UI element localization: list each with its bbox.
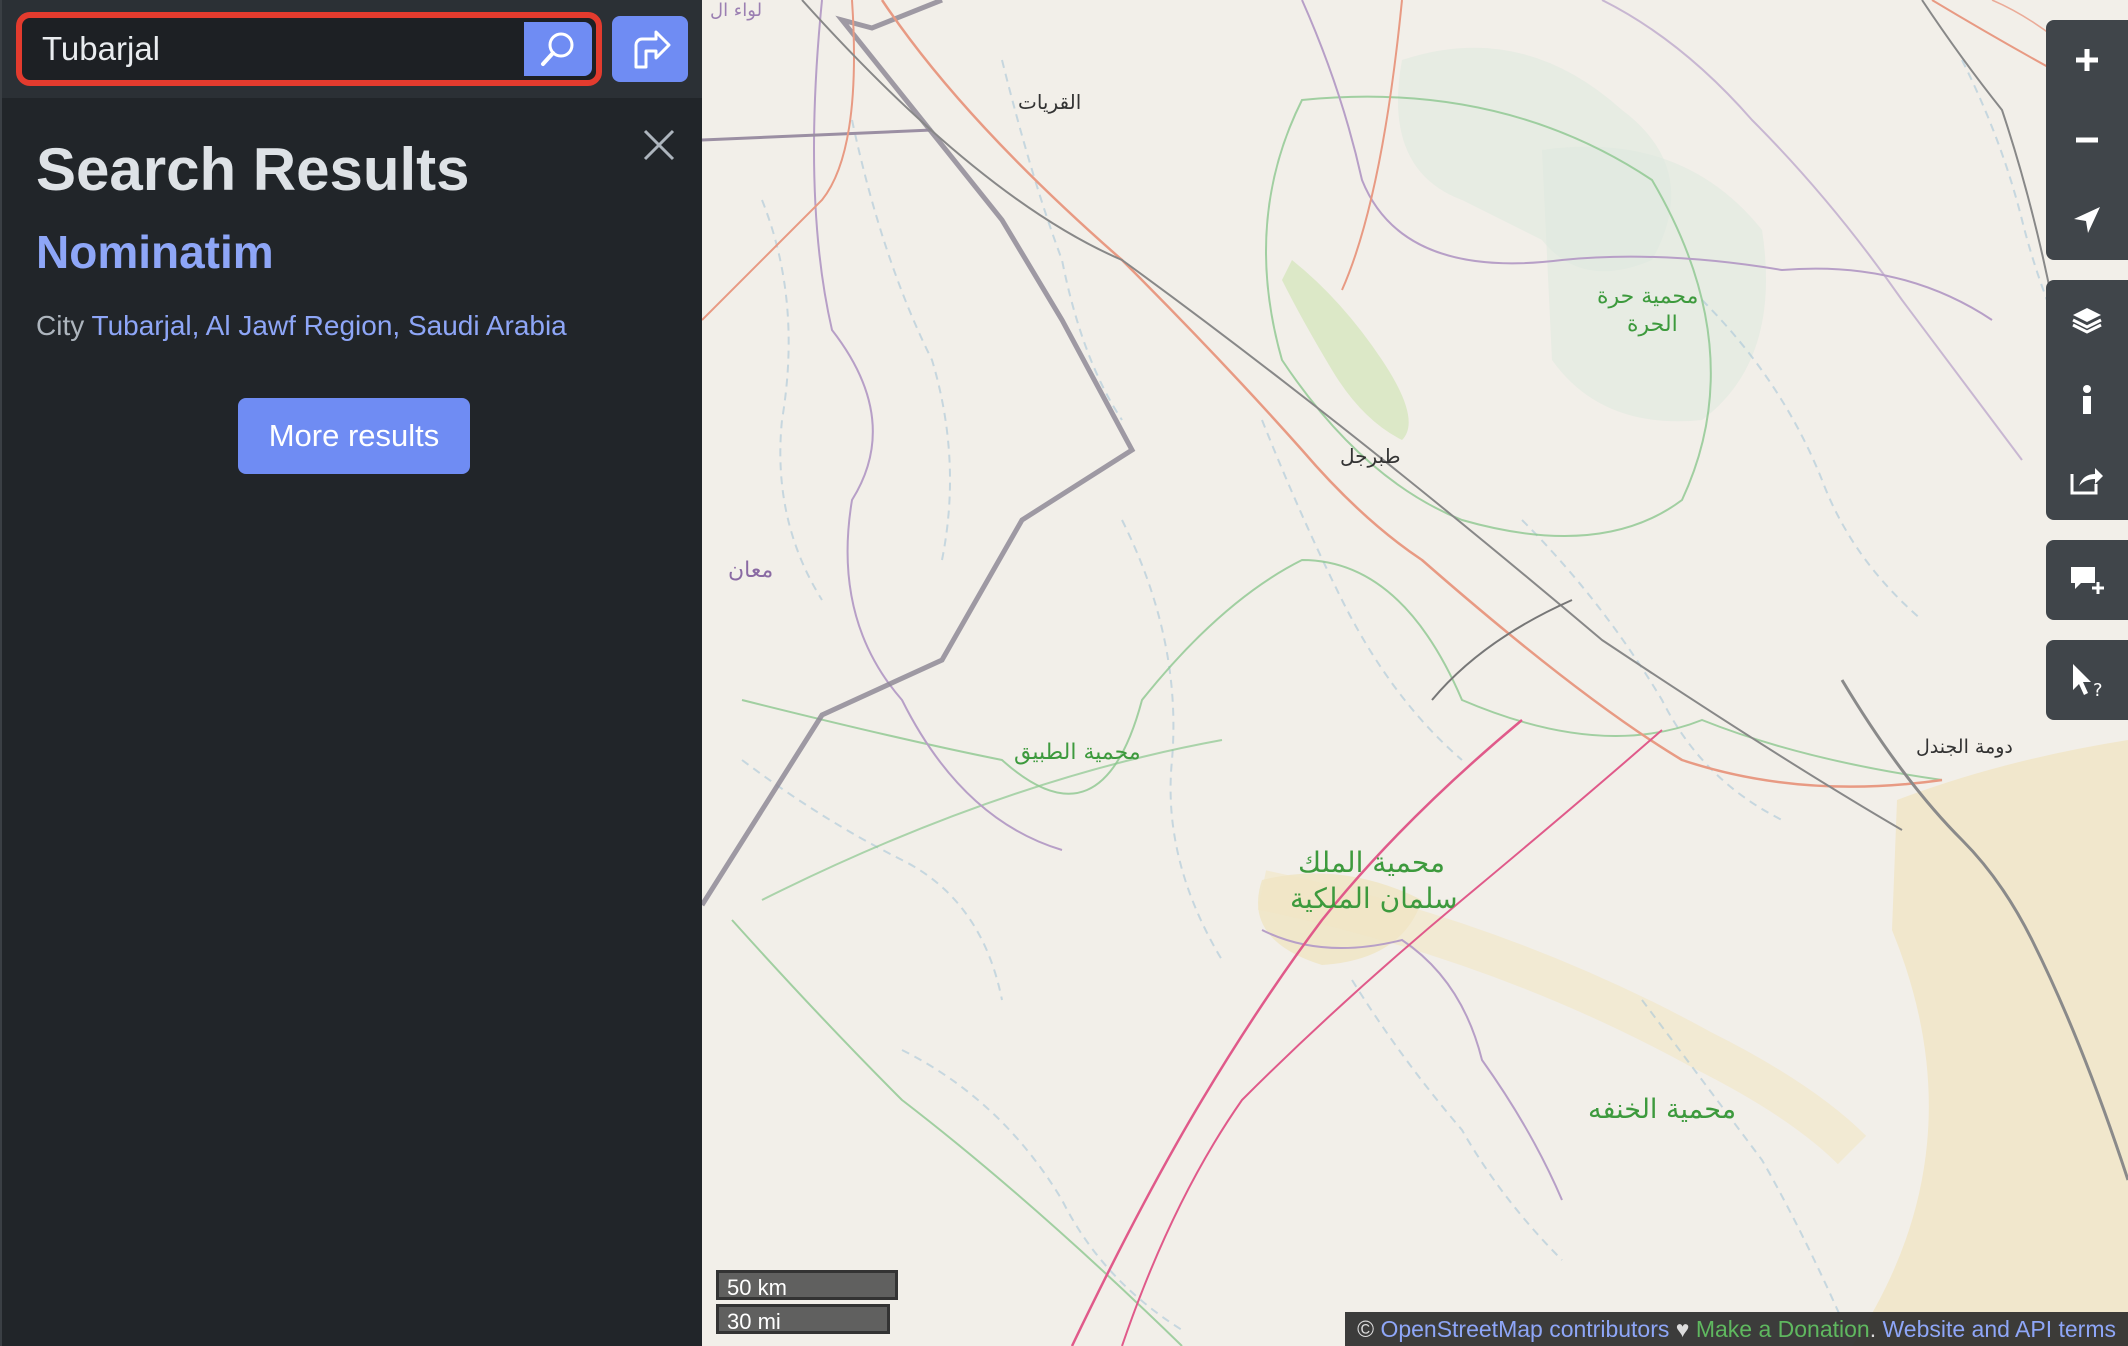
map-scale: 50 km 30 mi bbox=[716, 1266, 898, 1334]
map-attribution: © OpenStreetMap contributors ♥ Make a Do… bbox=[1345, 1312, 2128, 1346]
share-button[interactable] bbox=[2046, 440, 2128, 520]
heart-text: ♥ bbox=[1669, 1316, 1696, 1342]
map-label-harrat-2: الحرة bbox=[1627, 312, 1678, 337]
layers-icon bbox=[2072, 308, 2102, 334]
search-button[interactable] bbox=[524, 22, 592, 76]
donate-link[interactable]: Make a Donation bbox=[1696, 1316, 1870, 1342]
more-results-button[interactable]: More results bbox=[238, 398, 470, 474]
terms-link[interactable]: Website and API terms bbox=[1882, 1316, 2116, 1342]
locate-button[interactable] bbox=[2046, 180, 2128, 260]
sidebar: Search Results Nominatim City Tubarjal, … bbox=[0, 0, 704, 1346]
copyright-text: © bbox=[1357, 1316, 1381, 1342]
location-arrow-icon bbox=[2074, 207, 2100, 233]
directions-button[interactable] bbox=[612, 16, 688, 82]
map-label-salman-2: سلمان الملكية bbox=[1290, 882, 1458, 915]
map-background bbox=[702, 0, 2128, 1346]
map-tools bbox=[2046, 280, 2128, 520]
search-input[interactable] bbox=[26, 22, 526, 76]
map-label-salman-1: محمية الملك bbox=[1298, 846, 1445, 879]
result-type: City bbox=[36, 310, 85, 341]
map-label-khanfa: محمية الخنفه bbox=[1588, 1094, 1737, 1125]
results-title: Search Results bbox=[36, 136, 470, 203]
plus-icon bbox=[2076, 49, 2098, 71]
osm-contributors-link[interactable]: OpenStreetMap contributors bbox=[1380, 1316, 1669, 1342]
map-controls: ? bbox=[2046, 20, 2128, 740]
map-label-qurayyat: القريات bbox=[1018, 90, 1082, 114]
info-icon bbox=[2083, 385, 2091, 414]
info-button[interactable] bbox=[2046, 360, 2128, 440]
query-tools: ? bbox=[2046, 640, 2128, 720]
separator-text: . bbox=[1869, 1316, 1883, 1342]
close-icon[interactable] bbox=[642, 128, 676, 162]
search-bar bbox=[2, 0, 704, 98]
zoom-in-button[interactable] bbox=[2046, 20, 2128, 100]
magnifier-icon bbox=[541, 32, 574, 66]
add-note-button[interactable] bbox=[2046, 540, 2128, 620]
map-label-maan: معان bbox=[728, 558, 774, 583]
search-box bbox=[16, 12, 602, 86]
layers-button[interactable] bbox=[2046, 280, 2128, 360]
result-item: City Tubarjal, Al Jawf Region, Saudi Ara… bbox=[36, 310, 567, 342]
map-label-tubaiq: محمية الطبيق bbox=[1014, 740, 1141, 765]
map-label-dumat: دومة الجندل bbox=[1916, 736, 2013, 758]
minus-icon bbox=[2076, 137, 2098, 143]
query-features-button[interactable]: ? bbox=[2046, 640, 2128, 720]
scale-mi: 30 mi bbox=[716, 1304, 890, 1334]
provider-heading: Nominatim bbox=[36, 226, 274, 278]
directions-icon bbox=[634, 30, 671, 69]
note-tools bbox=[2046, 540, 2128, 620]
map-label-tubarjal: طبرجل bbox=[1340, 444, 1401, 468]
zoom-out-button[interactable] bbox=[2046, 100, 2128, 180]
cursor-question-icon: ? bbox=[2073, 664, 2103, 698]
map-label-top: لواء ال bbox=[710, 0, 763, 21]
map-label-harrat: محمية حرة bbox=[1597, 284, 1699, 309]
result-link[interactable]: Tubarjal, Al Jawf Region, Saudi Arabia bbox=[92, 310, 567, 341]
map[interactable]: لواء ال القريات محمية حرة الحرة طبرجل مع… bbox=[702, 0, 2128, 1346]
comment-plus-icon bbox=[2071, 567, 2104, 594]
scale-km: 50 km bbox=[716, 1270, 898, 1300]
zoom-controls bbox=[2046, 20, 2128, 260]
search-results: Search Results Nominatim bbox=[36, 128, 676, 292]
svg-text:?: ? bbox=[2093, 680, 2103, 698]
share-icon bbox=[2070, 468, 2103, 495]
